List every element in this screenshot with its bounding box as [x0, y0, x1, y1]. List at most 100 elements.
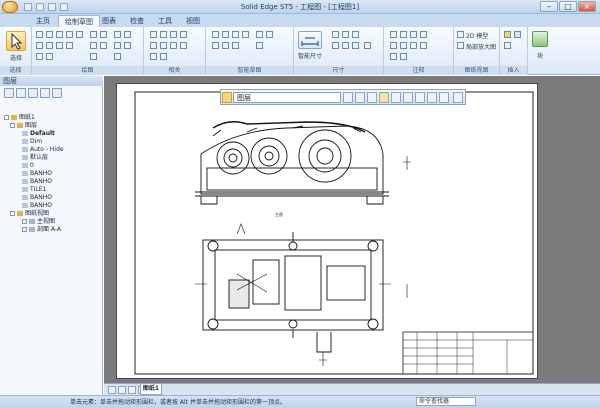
silhouette-icon[interactable] — [232, 42, 239, 49]
select-overlap-icon[interactable] — [403, 92, 413, 103]
select-options-icon[interactable] — [367, 92, 377, 103]
surface-texture-icon[interactable] — [410, 31, 417, 38]
close-button[interactable]: × — [578, 1, 596, 12]
collinear-icon[interactable] — [160, 53, 167, 60]
alignment-icon[interactable] — [212, 42, 219, 49]
trim-icon[interactable] — [100, 31, 107, 38]
close-command-bar-icon[interactable] — [453, 92, 463, 103]
quick-access-dropdown-icon[interactable] — [60, 3, 68, 11]
prev-sheet-icon[interactable] — [118, 386, 126, 394]
select-cursor-icon[interactable] — [222, 92, 232, 103]
tree-item-drawing-views[interactable]: 图纸视图 — [10, 210, 49, 218]
split-icon[interactable] — [90, 53, 97, 60]
offset-icon[interactable] — [114, 31, 121, 38]
layer-dropdown-icon[interactable] — [343, 92, 353, 103]
tree-item-layer[interactable]: TILE1 — [22, 186, 46, 194]
line-icon[interactable] — [36, 31, 43, 38]
tree-item-layer[interactable]: Dim — [22, 138, 42, 146]
tab-chart[interactable]: 图表 — [96, 15, 122, 27]
perpendicular-icon[interactable] — [160, 42, 167, 49]
tree-item-layer[interactable]: BANHO — [22, 178, 52, 186]
drawing-sheet[interactable]: 主视 — [116, 83, 538, 379]
tab-home[interactable]: 主页 — [30, 15, 56, 27]
tree-item-view[interactable]: 剖面 A-A — [22, 226, 61, 234]
redo-icon[interactable] — [48, 3, 56, 11]
save-icon[interactable] — [24, 3, 32, 11]
maximize-button[interactable]: □ — [559, 1, 577, 12]
slot-icon[interactable] — [66, 42, 73, 49]
point-icon[interactable] — [46, 42, 53, 49]
new-layer-icon[interactable] — [4, 88, 14, 98]
hyperlink-icon[interactable] — [514, 31, 521, 38]
tree-item-view[interactable]: 主视图 — [22, 218, 55, 226]
minimize-button[interactable]: – — [540, 1, 558, 12]
tangent-snap-icon[interactable] — [256, 31, 263, 38]
accept-icon[interactable] — [427, 92, 437, 103]
symmetric-diameter-icon[interactable] — [332, 42, 339, 49]
sketch-view-icon[interactable] — [256, 42, 263, 49]
tree-item-layer[interactable]: 0 — [22, 162, 34, 170]
balloon-icon[interactable] — [400, 31, 407, 38]
tree-item-layer[interactable]: BANHO — [22, 194, 52, 202]
coordinate-dimension-icon[interactable] — [352, 31, 359, 38]
equal-icon[interactable] — [170, 42, 177, 49]
command-finder-input[interactable]: 命令查找器 — [416, 397, 476, 406]
datum-frame-icon[interactable] — [390, 42, 397, 49]
layer-select[interactable]: 图层 — [233, 92, 341, 103]
tab-view[interactable]: 视图 — [180, 15, 206, 27]
callout-icon[interactable] — [390, 31, 397, 38]
rotate-icon[interactable] — [124, 42, 131, 49]
delete-layer-icon[interactable] — [16, 88, 26, 98]
mirror-icon[interactable] — [124, 31, 131, 38]
2d-model-label[interactable]: 2D 模型 — [466, 31, 498, 40]
center-snap-icon[interactable] — [232, 31, 239, 38]
edge-condition-icon[interactable] — [410, 42, 417, 49]
scale-icon[interactable] — [114, 53, 121, 60]
select-all-icon[interactable] — [379, 92, 389, 103]
tree-item-sheet[interactable]: 图纸1 — [4, 114, 35, 122]
filter-icon[interactable] — [52, 88, 62, 98]
angle-between-icon[interactable] — [342, 31, 349, 38]
circle-icon[interactable] — [56, 31, 63, 38]
tree-item-layer[interactable]: Auto - Hide — [22, 146, 64, 154]
horizontal-vertical-icon[interactable] — [160, 31, 167, 38]
tree-item-layer[interactable]: BANHO — [22, 202, 52, 210]
arc-icon[interactable] — [46, 31, 53, 38]
tree-item-layer[interactable]: 默认层 — [22, 154, 48, 162]
symmetric-icon[interactable] — [180, 42, 187, 49]
tree-item-layer[interactable]: BANHO — [22, 170, 52, 178]
fillet-icon[interactable] — [90, 31, 97, 38]
polygon-icon[interactable] — [56, 42, 63, 49]
select-outside-icon[interactable] — [415, 92, 425, 103]
undo-icon[interactable] — [36, 3, 44, 11]
feature-control-frame-icon[interactable] — [400, 42, 407, 49]
show-layer-icon[interactable] — [28, 88, 38, 98]
detail-view-label[interactable]: 局部放大图 — [466, 42, 500, 51]
center-mark-icon[interactable] — [400, 53, 407, 60]
angular-coordinate-icon[interactable] — [352, 42, 359, 49]
distance-between-icon[interactable] — [332, 31, 339, 38]
construction-icon[interactable] — [36, 53, 43, 60]
rectangle-icon[interactable] — [66, 31, 73, 38]
application-button[interactable] — [2, 1, 18, 13]
dimension-style-icon[interactable] — [364, 42, 371, 49]
tab-tools[interactable]: 工具 — [152, 15, 178, 27]
tree-item-layer[interactable]: Default — [22, 130, 55, 138]
fill-icon[interactable] — [46, 53, 53, 60]
filter-select-icon[interactable] — [355, 92, 365, 103]
lock-icon[interactable] — [150, 53, 157, 60]
parallel-icon[interactable] — [150, 42, 157, 49]
leader-icon[interactable] — [390, 53, 397, 60]
first-sheet-icon[interactable] — [108, 386, 116, 394]
extend-icon[interactable] — [100, 42, 107, 49]
tangent-icon[interactable] — [180, 31, 187, 38]
image-icon[interactable] — [504, 31, 511, 38]
tree-item-layers[interactable]: 图层 — [10, 122, 37, 130]
point-on-icon[interactable] — [222, 42, 229, 49]
next-sheet-icon[interactable] — [128, 386, 136, 394]
midpoint-snap-icon[interactable] — [222, 31, 229, 38]
curve-icon[interactable] — [36, 42, 43, 49]
tab-inspect[interactable]: 检查 — [124, 15, 150, 27]
object-icon[interactable] — [504, 42, 511, 49]
intersection-snap-icon[interactable] — [242, 31, 249, 38]
